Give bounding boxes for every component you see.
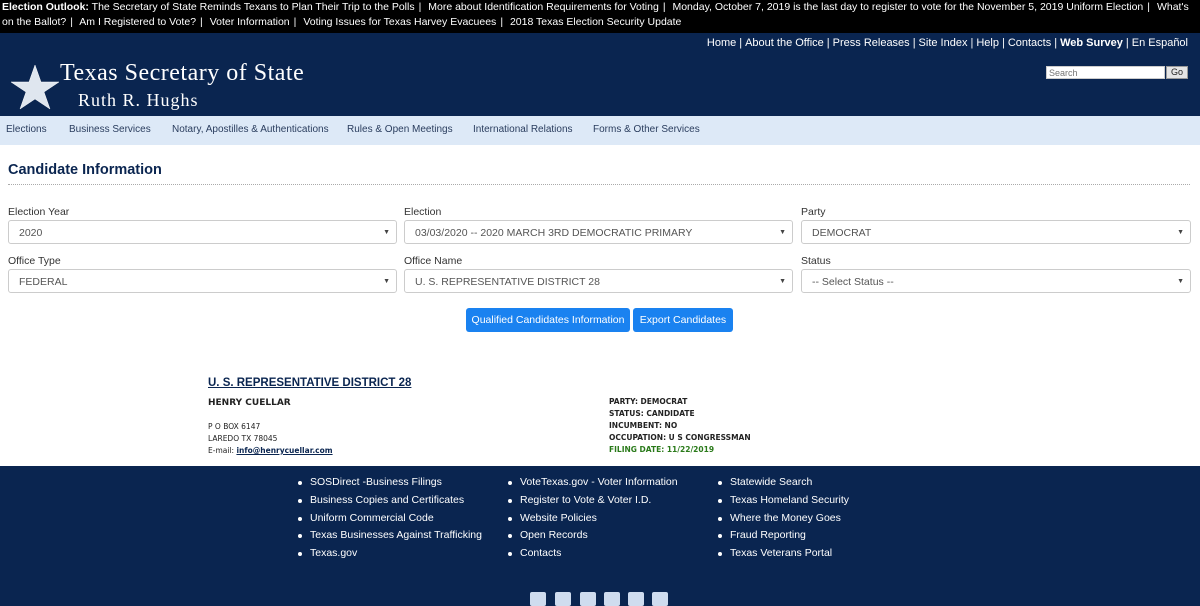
instagram-icon[interactable]	[555, 592, 571, 606]
footer-link[interactable]: Where the Money Goes	[714, 510, 849, 528]
utility-links: Home | About the Office | Press Releases | Sit…	[706, 37, 1188, 49]
footer-link[interactable]: Texas.gov	[294, 545, 482, 563]
site-header: Home | About the Office | Press Releases | Sit…	[0, 33, 1200, 116]
candidate-status: STATUS: CANDIDATE	[609, 409, 695, 418]
footer-link[interactable]: Website Policies	[504, 510, 678, 528]
twitter-icon[interactable]	[580, 592, 596, 606]
election-label: Election	[404, 206, 442, 218]
link-help[interactable]: Help	[976, 37, 999, 49]
search-go-button[interactable]: Go	[1166, 66, 1188, 79]
footer-link[interactable]: Texas Homeland Security	[714, 492, 849, 510]
footer-link[interactable]: Fraud Reporting	[714, 527, 849, 545]
page-title: Candidate Information	[8, 162, 162, 178]
alert-link[interactable]: Voting Issues for Texas Harvey Evacuees	[303, 16, 496, 28]
footer-link[interactable]: VoteTexas.gov - Voter Information	[504, 474, 678, 492]
footer-column-state: Statewide Search Texas Homeland Security…	[714, 474, 849, 563]
link-home[interactable]: Home	[707, 37, 736, 49]
site-footer: SOSDirect -Business Filings Business Cop…	[0, 466, 1200, 606]
election-select[interactable]: 03/03/2020 -- 2020 MARCH 3RD DEMOCRATIC …	[404, 220, 793, 244]
party-label: Party	[801, 206, 826, 218]
qualified-candidates-button[interactable]: Qualified Candidates Information	[466, 308, 630, 332]
footer-link[interactable]: Contacts	[504, 545, 678, 563]
status-select[interactable]: -- Select Status -- ▼	[801, 269, 1191, 293]
candidate-name: HENRY CUELLAR	[208, 398, 291, 408]
star-logo-icon[interactable]	[10, 63, 60, 111]
candidate-email-link[interactable]: info@henrycuellar.com	[236, 446, 332, 455]
candidate-district-heading: U. S. REPRESENTATIVE DISTRICT 28	[208, 377, 412, 389]
election-year-label: Election Year	[8, 206, 70, 218]
link-web-survey[interactable]: Web Survey	[1060, 37, 1123, 49]
footer-link[interactable]: Texas Veterans Portal	[714, 545, 849, 563]
candidate-address-line1: P O BOX 6147	[208, 422, 261, 431]
link-contacts[interactable]: Contacts	[1008, 37, 1051, 49]
search-input[interactable]	[1046, 66, 1165, 79]
dropdown-arrow-icon: ▼	[1177, 229, 1184, 236]
footer-column-business: SOSDirect -Business Filings Business Cop…	[294, 474, 482, 563]
election-outlook-bar: Election Outlook: The Secretary of State…	[0, 0, 1200, 33]
link-press-releases[interactable]: Press Releases	[833, 37, 910, 49]
candidate-party: PARTY: DEMOCRAT	[609, 397, 688, 406]
alert-link[interactable]: Monday, October 7, 2019 is the last day …	[672, 1, 1143, 13]
secretary-name: Ruth R. Hughs	[78, 90, 199, 110]
office-type-select[interactable]: FEDERAL ▼	[8, 269, 397, 293]
footer-link[interactable]: Register to Vote & Voter I.D.	[504, 492, 678, 510]
footer-link[interactable]: Open Records	[504, 527, 678, 545]
nav-forms-services[interactable]: Forms & Other Services	[593, 124, 700, 135]
election-year-select[interactable]: 2020 ▼	[8, 220, 397, 244]
facebook-icon[interactable]	[530, 592, 546, 606]
dropdown-arrow-icon: ▼	[779, 278, 786, 285]
footer-link[interactable]: Business Copies and Certificates	[294, 492, 482, 510]
nav-international-relations[interactable]: International Relations	[473, 124, 573, 135]
candidate-filing-date: FILING DATE: 11/22/2019	[609, 445, 715, 454]
office-name-select[interactable]: U. S. REPRESENTATIVE DISTRICT 28 ▼	[404, 269, 793, 293]
title-divider	[8, 184, 1190, 185]
email-label: E-mail:	[208, 446, 235, 455]
alert-link[interactable]: Voter Information	[210, 16, 290, 28]
office-name-label: Office Name	[404, 255, 463, 267]
election-year-value: 2020	[19, 227, 43, 239]
link-about[interactable]: About the Office	[745, 37, 824, 49]
youtube-icon[interactable]	[604, 592, 620, 606]
alert-link[interactable]: Am I Registered to Vote?	[79, 16, 196, 28]
office-name-value: U. S. REPRESENTATIVE DISTRICT 28	[415, 276, 600, 288]
link-site-index[interactable]: Site Index	[919, 37, 968, 49]
status-label: Status	[801, 255, 831, 267]
candidate-address-line2: LAREDO TX 78045	[208, 434, 278, 443]
candidate-incumbent: INCUMBENT: NO	[609, 421, 678, 430]
candidate-email-row: E-mail: info@henrycuellar.com	[208, 446, 333, 455]
nav-business-services[interactable]: Business Services	[69, 124, 151, 135]
election-value: 03/03/2020 -- 2020 MARCH 3RD DEMOCRATIC …	[415, 227, 693, 239]
candidate-occupation: OCCUPATION: U S CONGRESSMAN	[609, 433, 751, 442]
email-icon[interactable]	[652, 592, 668, 606]
dropdown-arrow-icon: ▼	[779, 229, 786, 236]
alert-link[interactable]: More about Identification Requirements f…	[428, 1, 659, 13]
status-value: -- Select Status --	[812, 276, 894, 288]
footer-column-voter: VoteTexas.gov - Voter Information Regist…	[504, 474, 678, 563]
alert-link[interactable]: The Secretary of State Reminds Texans to…	[92, 1, 415, 13]
office-type-label: Office Type	[8, 255, 61, 267]
alert-lead: Election Outlook:	[2, 1, 89, 13]
office-type-value: FEDERAL	[19, 276, 68, 288]
dropdown-arrow-icon: ▼	[383, 229, 390, 236]
alert-link[interactable]: 2018 Texas Election Security Update	[510, 16, 681, 28]
nav-elections[interactable]: Elections	[6, 124, 47, 135]
footer-link[interactable]: Uniform Commercial Code	[294, 510, 482, 528]
nav-rules-meetings[interactable]: Rules & Open Meetings	[347, 124, 453, 135]
export-candidates-button[interactable]: Export Candidates	[633, 308, 733, 332]
nav-notary[interactable]: Notary, Apostilles & Authentications	[172, 124, 329, 135]
dropdown-arrow-icon: ▼	[1177, 278, 1184, 285]
footer-link[interactable]: Texas Businesses Against Trafficking	[294, 527, 482, 545]
main-nav: Elections Business Services Notary, Apos…	[0, 116, 1200, 145]
site-title[interactable]: Texas Secretary of State	[60, 60, 304, 87]
footer-link[interactable]: SOSDirect -Business Filings	[294, 474, 482, 492]
dropdown-arrow-icon: ▼	[383, 278, 390, 285]
link-espanol[interactable]: En Español	[1132, 37, 1188, 49]
party-select[interactable]: DEMOCRAT ▼	[801, 220, 1191, 244]
footer-link[interactable]: Statewide Search	[714, 474, 849, 492]
party-value: DEMOCRAT	[812, 227, 872, 239]
rss-icon[interactable]	[628, 592, 644, 606]
